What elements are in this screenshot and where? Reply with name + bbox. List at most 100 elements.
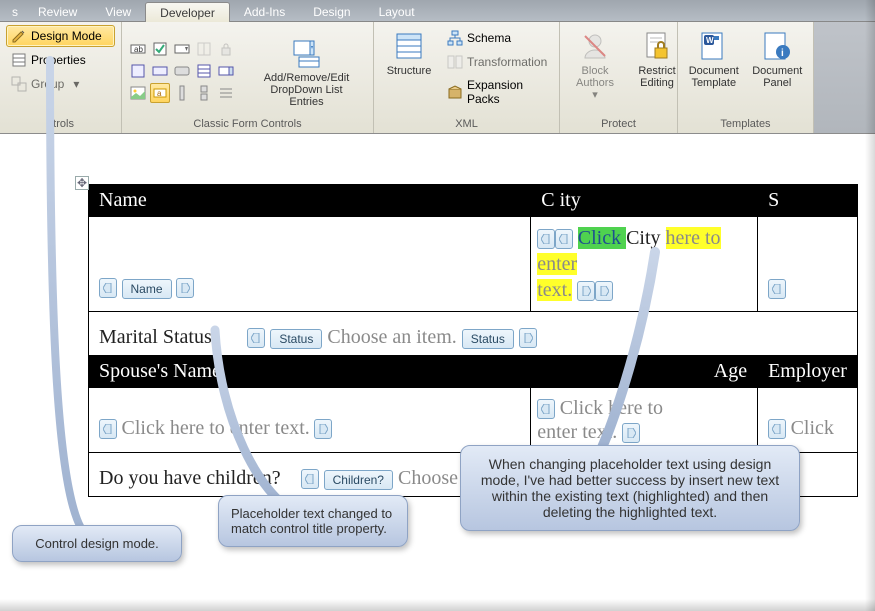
transformation-button[interactable]: Transformation [442, 51, 553, 73]
tab-addins[interactable]: Add-Ins [230, 2, 299, 21]
transformation-label: Transformation [467, 55, 547, 69]
classic-controls-grid: ab a [128, 39, 236, 103]
tag-end-icon[interactable] [176, 278, 194, 298]
svg-text:i: i [781, 48, 784, 59]
tag-end-icon[interactable] [622, 423, 640, 443]
activex-scrollbar-icon[interactable] [172, 83, 192, 103]
block-authors-l2: Authors [576, 77, 614, 89]
group-xml: Structure Schema Transformation Expansio… [374, 22, 560, 133]
design-mode-label: Design Mode [31, 29, 102, 43]
tab-strip: s Review View Developer Add-Ins Design L… [0, 0, 875, 22]
cell-employer[interactable]: Click [758, 388, 858, 453]
structure-button[interactable]: Structure [380, 25, 438, 78]
expansion-packs-button[interactable]: Expansion Packs [442, 75, 553, 109]
legacy-frameset-icon[interactable] [194, 39, 214, 59]
legacy-textfield-icon[interactable]: ab [128, 39, 148, 59]
activex-combobox-icon[interactable] [216, 61, 236, 81]
age-placeholder-l2[interactable]: enter text. [537, 421, 617, 443]
group-menu-button[interactable]: Group ▾ [6, 73, 115, 95]
activex-more-icon[interactable] [216, 83, 236, 103]
cell-name[interactable]: Name [89, 217, 531, 312]
cell-city[interactable]: Click City here to enter text. [531, 217, 758, 312]
tag-start-icon[interactable] [768, 279, 786, 299]
design-mode-button[interactable]: Design Mode [6, 25, 115, 47]
design-mode-icon [11, 28, 27, 44]
legacy-lock-icon[interactable] [216, 39, 236, 59]
content-control-status-start[interactable]: Status [270, 329, 322, 349]
group-protect: BlockAuthors ▾ RestrictEditing Protect [560, 22, 678, 133]
age-placeholder-l1[interactable]: Click here to [560, 397, 663, 419]
marital-label: Marital Status: [99, 326, 217, 348]
chevron-down-icon: ▾ [592, 89, 598, 101]
group-templates-label: Templates [684, 116, 807, 133]
tag-end-icon[interactable] [519, 328, 537, 348]
dropdown-list-entries-button[interactable]: Add/Remove/EditDropDown List Entries [246, 32, 367, 109]
tab-view[interactable]: View [91, 2, 145, 21]
cell-age[interactable]: Click here to enter text. [531, 388, 758, 453]
doc-panel-l1: Document [752, 65, 802, 77]
legacy-dropdown-icon[interactable] [172, 39, 192, 59]
tag-start-icon[interactable] [555, 229, 573, 249]
document-area: ✥ Name C ity S Name Click City here to e… [0, 134, 875, 497]
group-protect-label: Protect [566, 116, 671, 133]
tag-start-icon[interactable] [537, 229, 555, 249]
ribbon: s Review View Developer Add-Ins Design L… [0, 0, 875, 134]
document-template-button[interactable]: W DocumentTemplate [684, 25, 744, 90]
table-move-handle-icon[interactable]: ✥ [75, 176, 89, 190]
cell-s[interactable] [758, 217, 858, 312]
shadow-right [865, 0, 875, 611]
activex-listbox-icon[interactable] [194, 61, 214, 81]
activex-button-icon[interactable] [172, 61, 192, 81]
tab-developer[interactable]: Developer [145, 2, 230, 22]
tag-end-icon[interactable] [314, 419, 332, 439]
group-icon [11, 76, 27, 92]
transformation-icon [447, 54, 463, 70]
activex-textbox-icon[interactable] [150, 61, 170, 81]
ribbon-body: Design Mode Properties Group ▾ [0, 22, 875, 134]
group-controls-label: ntrols [6, 116, 115, 133]
legacy-checkbox-icon[interactable] [150, 39, 170, 59]
content-control-status-end[interactable]: Status [462, 329, 514, 349]
tag-start-icon[interactable] [537, 399, 555, 419]
activex-checkbox-icon[interactable] [128, 61, 148, 81]
callout-placeholder-title: Placeholder text changed to match contro… [218, 495, 408, 547]
expansion-label: Expansion Packs [467, 78, 548, 106]
tag-start-icon[interactable] [247, 328, 265, 348]
activex-label-icon[interactable]: a [150, 83, 170, 103]
tag-start-icon[interactable] [301, 469, 319, 489]
document-panel-icon: i [761, 30, 793, 62]
header-spouse: Spouse's Name [89, 356, 531, 388]
doc-template-l2: Template [691, 77, 736, 89]
properties-button[interactable]: Properties [6, 49, 115, 71]
properties-label: Properties [31, 53, 86, 67]
tag-start-icon[interactable] [768, 419, 786, 439]
document-panel-button[interactable]: i DocumentPanel [748, 25, 808, 90]
status-placeholder[interactable]: Choose an item. [327, 326, 456, 348]
content-control-children[interactable]: Children? [324, 470, 393, 490]
activex-spin-icon[interactable] [194, 83, 214, 103]
header-s: S [758, 185, 858, 217]
tag-start-icon[interactable] [99, 278, 117, 298]
employer-placeholder[interactable]: Click [791, 417, 834, 439]
city-click-text: Click [578, 227, 626, 249]
tab-design[interactable]: Design [299, 2, 364, 21]
spouse-placeholder[interactable]: Click here to enter text. [122, 417, 310, 439]
callout-edit-tip: When changing placeholder text using des… [460, 445, 800, 531]
callout-design-mode: Control design mode. [12, 525, 182, 562]
tab-review[interactable]: Review [24, 2, 91, 21]
marital-status-row: Marital Status: Status Choose an item. S… [89, 312, 858, 356]
chevron-down-icon: ▾ [68, 76, 84, 92]
cell-spouse[interactable]: Click here to enter text. [89, 388, 531, 453]
tab-partial-left[interactable]: s [6, 2, 24, 21]
activex-image-icon[interactable] [128, 83, 148, 103]
tag-start-icon[interactable] [99, 419, 117, 439]
schema-button[interactable]: Schema [442, 27, 553, 49]
block-authors-button[interactable]: BlockAuthors ▾ [566, 25, 624, 102]
tag-end-icon[interactable] [595, 281, 613, 301]
header-employer: Employer [758, 356, 858, 388]
group-menu-label: Group [31, 77, 64, 91]
tag-end-icon[interactable] [577, 281, 595, 301]
content-control-name[interactable]: Name [122, 279, 172, 299]
group-templates: W DocumentTemplate i DocumentPanel Templ… [678, 22, 814, 133]
tab-layout[interactable]: Layout [365, 2, 429, 21]
